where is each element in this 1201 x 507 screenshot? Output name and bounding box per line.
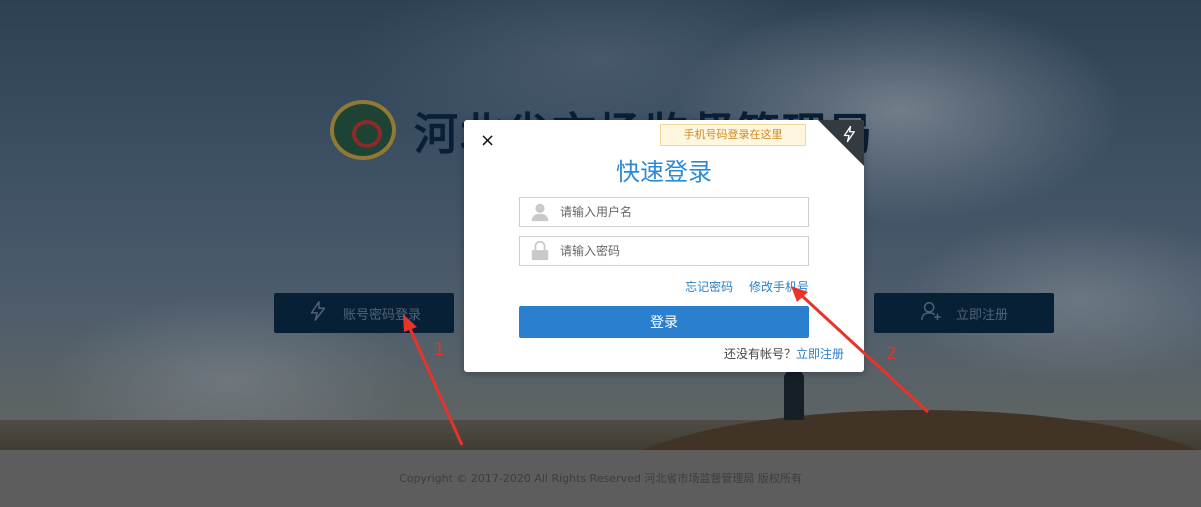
close-icon[interactable]: × <box>480 130 495 151</box>
change-phone-link[interactable]: 修改手机号 <box>749 280 809 294</box>
lightning-icon[interactable] <box>840 124 858 144</box>
user-icon <box>520 198 560 226</box>
quick-login-modal: × 手机号码登录在这里 快速登录 忘记密码 修改手机号 登录 还没有帐号？立即注… <box>464 120 864 372</box>
username-input[interactable] <box>560 199 808 225</box>
login-button[interactable]: 登录 <box>519 306 809 338</box>
password-input[interactable] <box>560 238 808 264</box>
lock-icon <box>520 237 560 265</box>
annotation-label-2: 2 <box>886 344 897 364</box>
phone-login-tip: 手机号码登录在这里 <box>660 124 806 146</box>
annotation-label-1: 1 <box>434 340 445 360</box>
register-link[interactable]: 立即注册 <box>796 347 844 361</box>
modal-title: 快速登录 <box>616 158 712 186</box>
password-field[interactable] <box>519 236 809 266</box>
footer-copyright: Copyright © 2017-2020 All Rights Reserve… <box>0 450 1201 507</box>
auth-links: 忘记密码 修改手机号 <box>519 278 809 295</box>
forgot-password-link[interactable]: 忘记密码 <box>685 280 733 294</box>
no-account-text: 还没有帐号？ <box>723 347 796 361</box>
username-field[interactable] <box>519 197 809 227</box>
register-prompt: 还没有帐号？立即注册 <box>724 345 844 362</box>
